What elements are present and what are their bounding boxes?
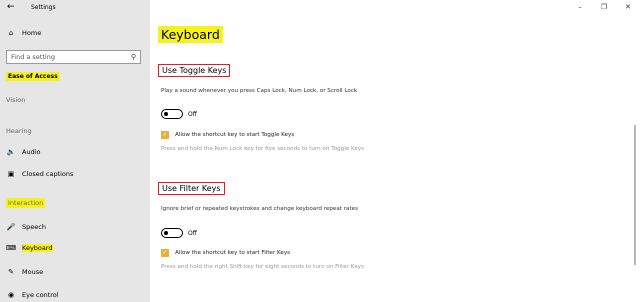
captions-icon: ▣ — [7, 170, 15, 178]
keyboard-icon: ⌨ — [6, 244, 17, 252]
category-label: Ease of Access — [6, 72, 60, 81]
nav-eye-control[interactable]: ◉ Eye control — [6, 291, 59, 299]
toggle-keys-heading: Use Toggle Keys — [158, 64, 231, 77]
page-title: Keyboard — [158, 26, 223, 43]
eye-icon: ◉ — [7, 291, 15, 299]
toggle-keys-shortcut-checkbox[interactable]: ✓ — [161, 131, 169, 139]
nav-closed-captions-label: Closed captions — [22, 170, 74, 178]
search-placeholder: Find a setting — [11, 53, 55, 61]
filter-keys-shortcut-checkbox[interactable]: ✓ — [161, 249, 169, 257]
speaker-icon: 🔈 — [6, 148, 16, 156]
section-interaction: Interaction — [6, 198, 46, 208]
window-title: Settings — [31, 4, 56, 11]
microphone-icon: 🎤 — [6, 223, 16, 231]
nav-home-label: Home — [22, 29, 42, 37]
search-icon[interactable]: ⚲ — [131, 53, 136, 61]
minimize-button[interactable]: – — [568, 0, 592, 14]
nav-mouse-label: Mouse — [22, 268, 44, 276]
filter-keys-switch[interactable] — [161, 228, 183, 238]
section-hearing: Hearing — [6, 127, 32, 135]
section-vision: Vision — [6, 96, 26, 104]
nav-closed-captions[interactable]: ▣ Closed captions — [6, 170, 74, 178]
mouse-icon: ✎ — [8, 268, 14, 276]
filter-keys-switch-row[interactable]: Off — [161, 228, 197, 238]
toggle-keys-switch-row[interactable]: Off — [161, 109, 197, 119]
filter-keys-heading: Use Filter Keys — [158, 182, 225, 195]
close-button[interactable]: ✕ — [616, 0, 640, 14]
nav-speech-label: Speech — [22, 223, 46, 231]
category-heading: Ease of Access — [6, 72, 60, 81]
toggle-keys-state: Off — [188, 110, 197, 118]
toggle-keys-switch[interactable] — [161, 109, 183, 119]
nav-keyboard-label: Keyboard — [22, 244, 53, 252]
search-input[interactable]: Find a setting ⚲ — [6, 50, 141, 64]
filter-keys-description: Ignore brief or repeated keystrokes and … — [161, 206, 359, 212]
filter-keys-shortcut-label: Allow the shortcut key to start Filter K… — [175, 250, 291, 256]
toggle-keys-description: Play a sound whenever you press Caps Loc… — [161, 88, 358, 94]
nav-mouse[interactable]: ✎ Mouse — [6, 268, 43, 276]
home-icon: ⌂ — [8, 29, 14, 37]
toggle-keys-shortcut-checkbox-row[interactable]: ✓ Allow the shortcut key to start Toggle… — [161, 131, 294, 139]
window-controls: – ❐ ✕ — [568, 0, 640, 14]
nav-keyboard[interactable]: ⌨ Keyboard — [6, 244, 53, 252]
filter-keys-state: Off — [188, 229, 197, 237]
maximize-button[interactable]: ❐ — [592, 0, 616, 14]
back-arrow-icon[interactable]: ← — [7, 2, 15, 12]
toggle-keys-hint: Press and hold the Num Lock key for five… — [161, 146, 365, 152]
nav-audio-label: Audio — [22, 148, 41, 156]
sidebar: ← Settings ⌂ Home Find a setting ⚲ Ease … — [0, 0, 150, 302]
interaction-label: Interaction — [6, 198, 46, 208]
scrollbar[interactable] — [634, 125, 636, 265]
filter-keys-hint: Press and hold the right Shift key for e… — [161, 264, 364, 270]
nav-eye-control-label: Eye control — [22, 291, 59, 299]
nav-speech[interactable]: 🎤 Speech — [6, 223, 46, 231]
nav-home[interactable]: ⌂ Home — [6, 29, 41, 37]
filter-keys-shortcut-checkbox-row[interactable]: ✓ Allow the shortcut key to start Filter… — [161, 249, 290, 257]
toggle-keys-shortcut-label: Allow the shortcut key to start Toggle K… — [175, 132, 295, 138]
nav-audio[interactable]: 🔈 Audio — [6, 148, 41, 156]
